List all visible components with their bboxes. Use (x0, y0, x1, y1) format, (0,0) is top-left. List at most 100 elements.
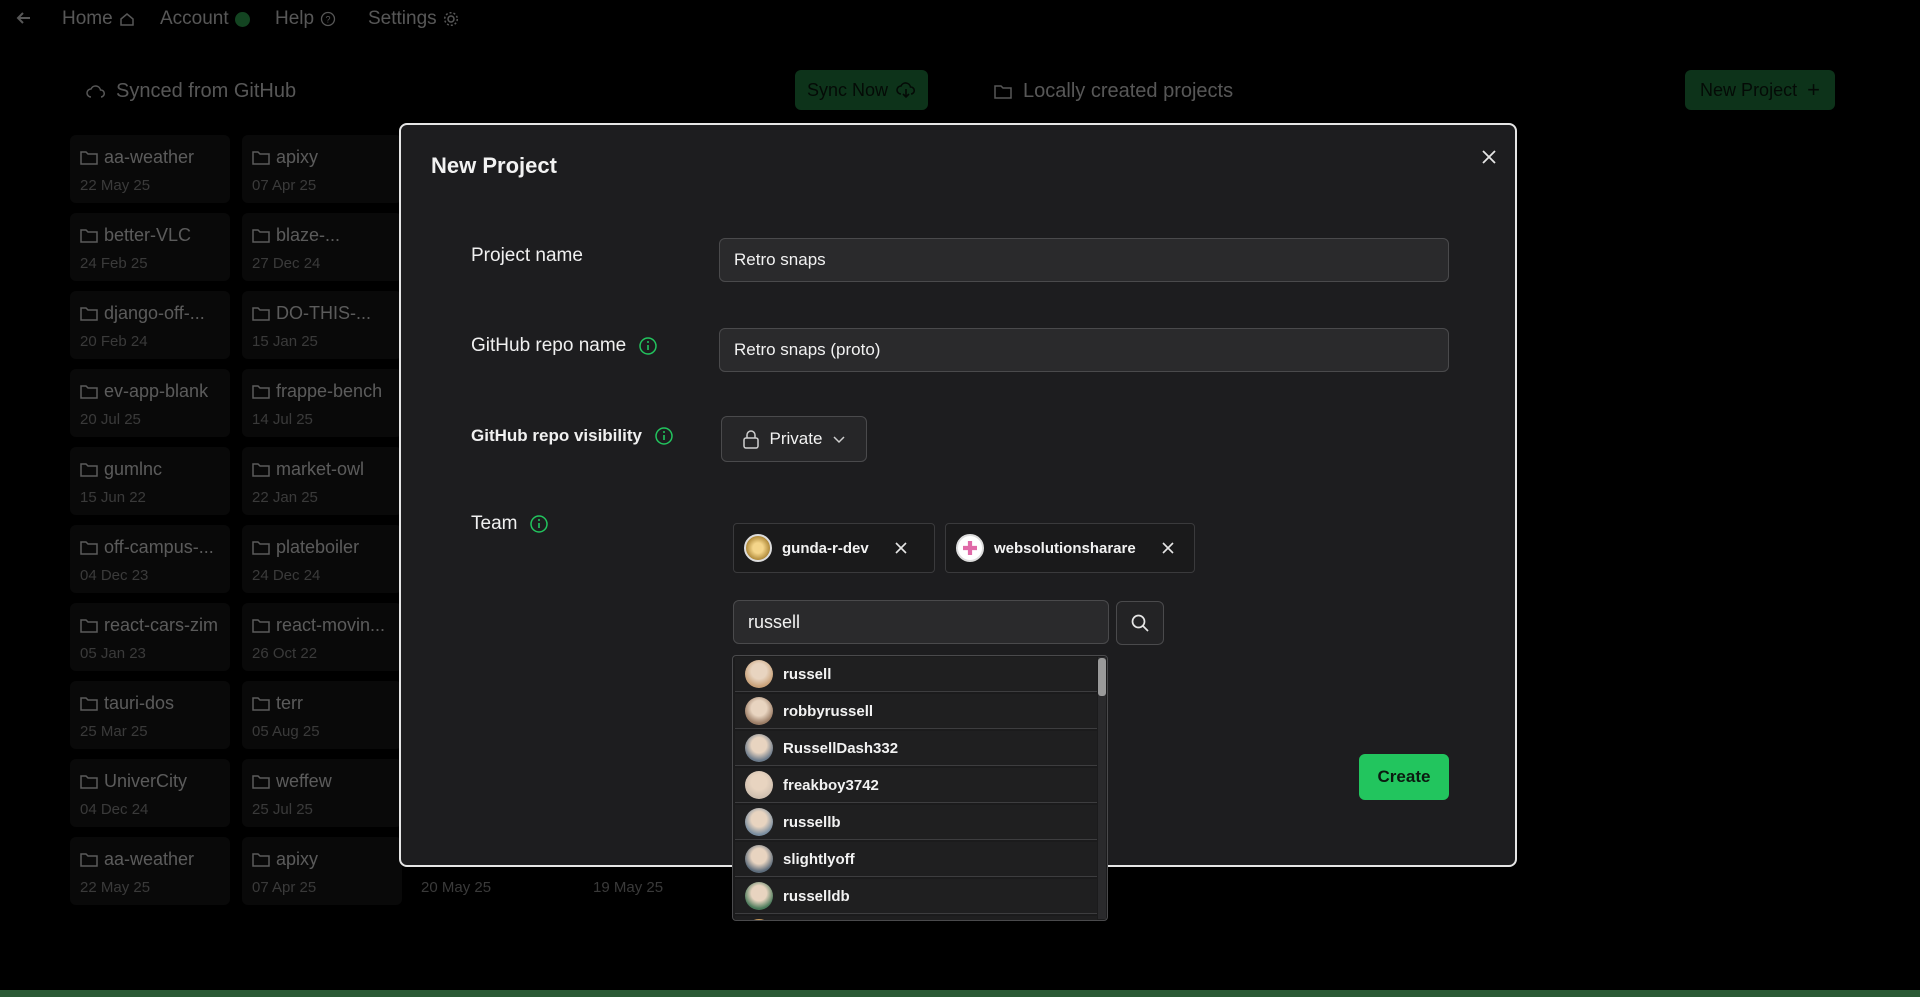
project-name: gumlnc (80, 459, 162, 480)
folder-icon (80, 384, 98, 399)
search-result-item[interactable]: freakboy3742 (735, 768, 1097, 803)
project-card[interactable]: apixy 07 Apr 25 (242, 837, 402, 905)
project-card[interactable]: UniverCity 04 Dec 24 (70, 759, 230, 827)
synced-label: Synced from GitHub (116, 80, 297, 102)
project-date: 15 Jun 22 (80, 489, 146, 506)
info-icon[interactable] (654, 426, 674, 446)
project-card[interactable]: blaze-... 27 Dec 24 (242, 213, 402, 281)
project-card[interactable]: plateboiler 24 Dec 24 (242, 525, 402, 593)
search-button[interactable] (1116, 601, 1164, 645)
remove-icon[interactable] (893, 540, 909, 556)
project-name: apixy (252, 147, 318, 168)
project-name-text: aa-weather (104, 147, 195, 167)
search-result-item[interactable]: russell (735, 657, 1097, 692)
avatar (745, 697, 773, 725)
project-name-input[interactable]: Retro snaps (719, 238, 1449, 282)
scrollbar-track[interactable] (1098, 657, 1106, 919)
project-name: ev-app-blank (80, 381, 208, 402)
project-card[interactable]: terr 05 Aug 25 (242, 681, 402, 749)
lock-icon (742, 430, 759, 449)
project-card[interactable]: aa-weather 22 May 25 (70, 135, 230, 203)
nav-account[interactable]: Account (160, 8, 250, 30)
folder-icon (80, 540, 98, 555)
nav-settings[interactable]: Settings (368, 8, 459, 30)
project-date: 15 Jan 25 (252, 333, 318, 350)
project-name: DO-THIS-... (252, 303, 371, 324)
visibility-select[interactable]: Private (721, 416, 867, 462)
folder-icon (252, 306, 270, 321)
project-name-text: frappe-bench (276, 381, 383, 401)
project-name-text: weffew (276, 771, 332, 791)
project-name-text: plateboiler (276, 537, 360, 557)
repo-name-label-text: GitHub repo name (471, 335, 627, 356)
project-card[interactable]: apixy 07 Apr 25 (242, 135, 402, 203)
project-name-text: UniverCity (104, 771, 188, 791)
new-project-button[interactable]: New Project + (1685, 70, 1835, 110)
create-button[interactable]: Create (1359, 754, 1449, 800)
project-card[interactable]: better-VLC 24 Feb 25 (70, 213, 230, 281)
project-card[interactable]: DO-THIS-... 15 Jan 25 (242, 291, 402, 359)
folder-icon (994, 84, 1012, 99)
avatar (956, 534, 984, 562)
visibility-label-text: GitHub repo visibility (471, 426, 642, 445)
project-card[interactable]: ev-app-blank 20 Jul 25 (70, 369, 230, 437)
project-name: blaze-... (252, 225, 340, 246)
home-icon (119, 13, 134, 26)
project-name-text: apixy (276, 849, 319, 869)
folder-icon (252, 696, 270, 711)
gear-icon (443, 11, 458, 27)
project-name-text: terr (276, 693, 303, 713)
avatar (745, 771, 773, 799)
project-card[interactable]: frappe-bench 14 Jul 25 (242, 369, 402, 437)
help-icon: ? (320, 11, 336, 27)
search-result-item[interactable]: russellb (735, 805, 1097, 840)
project-card[interactable]: tauri-dos 25 Mar 25 (70, 681, 230, 749)
project-card[interactable]: off-campus-... 04 Dec 23 (70, 525, 230, 593)
folder-icon (80, 618, 98, 633)
folder-icon (252, 150, 270, 165)
avatar (745, 919, 773, 920)
search-result-item[interactable]: russelldb (735, 879, 1097, 914)
team-label-text: Team (471, 513, 518, 534)
sync-now-button[interactable]: Sync Now (795, 70, 928, 110)
scrollbar-thumb[interactable] (1098, 658, 1106, 696)
nav-account-label: Account (160, 8, 229, 29)
project-date: 04 Dec 24 (80, 801, 149, 818)
project-card[interactable]: aa-weather 22 May 25 (70, 837, 230, 905)
nav-help[interactable]: Help ? (275, 8, 336, 30)
search-icon (1131, 614, 1149, 632)
search-result-name: RussellDash332 (783, 739, 899, 757)
project-card[interactable]: gumlnc 15 Jun 22 (70, 447, 230, 515)
project-card[interactable]: weffew 25 Jul 25 (242, 759, 402, 827)
project-toolbar: Synced from GitHub Sync Now Locally crea… (0, 70, 1920, 110)
project-name-label: Project name (471, 245, 583, 267)
search-result-item[interactable]: slightlyoff (735, 842, 1097, 877)
back-arrow-icon[interactable] (14, 8, 34, 28)
cloud-sync-icon (86, 84, 105, 98)
project-date: 05 Aug 25 (252, 723, 320, 740)
project-date: 22 May 25 (80, 177, 151, 194)
project-date: 22 Jan 25 (252, 489, 318, 506)
info-icon[interactable] (638, 336, 658, 356)
search-result-item[interactable]: RussellDash332 (735, 731, 1097, 766)
project-card[interactable]: react-cars-zim 05 Jan 23 (70, 603, 230, 671)
team-search-input[interactable]: russell (733, 600, 1109, 644)
info-icon[interactable] (529, 514, 549, 534)
project-card[interactable]: market-owl 22 Jan 25 (242, 447, 402, 515)
modal-title: New Project (431, 153, 557, 178)
repo-name-input[interactable]: Retro snaps (proto) (719, 328, 1449, 372)
search-result-item[interactable] (735, 916, 1097, 920)
project-card[interactable]: react-movin... 26 Oct 22 (242, 603, 402, 671)
project-name-text: ev-app-blank (104, 381, 209, 401)
top-nav: Home Account Help ? Settings (0, 0, 1920, 40)
project-name-text: apixy (276, 147, 319, 167)
nav-home[interactable]: Home (62, 8, 135, 30)
project-card[interactable]: django-off-... 20 Feb 24 (70, 291, 230, 359)
team-label: Team (471, 513, 549, 535)
avatar (745, 808, 773, 836)
account-status-icon (234, 11, 250, 27)
remove-icon[interactable] (1160, 540, 1176, 556)
project-name: weffew (252, 771, 332, 792)
search-result-item[interactable]: robbyrussell (735, 694, 1097, 729)
close-icon[interactable] (1477, 145, 1501, 169)
